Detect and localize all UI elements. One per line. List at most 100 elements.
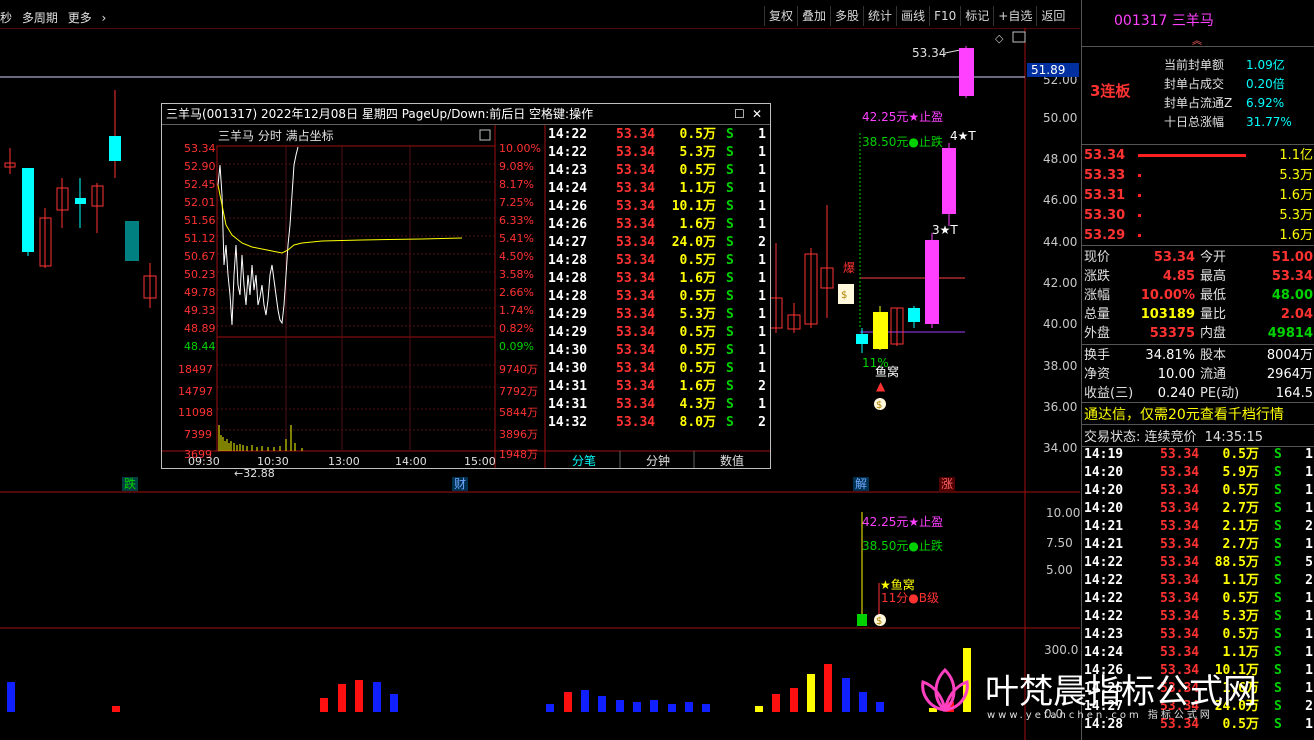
tab-values[interactable]: 数值: [720, 453, 744, 468]
tab-ticks[interactable]: 分笔: [572, 453, 596, 468]
promo-banner[interactable]: 通达信，仅需20元查看千档行情: [1084, 404, 1284, 424]
fundamental-key: 股本: [1200, 348, 1227, 363]
sub2-tick: 300.0: [1044, 643, 1078, 657]
burst-label: 爆: [843, 261, 855, 275]
tick-price: 53.34: [1160, 573, 1200, 588]
quote-value: 53.34: [1271, 269, 1313, 284]
tick-count: 1: [758, 325, 766, 340]
price-tick: 38.00: [1043, 359, 1077, 373]
tick-price: 53.34: [616, 415, 656, 430]
tick-count: 1: [758, 145, 766, 160]
tick-price: 53.34: [616, 235, 656, 250]
tick-side: S: [726, 235, 734, 250]
back-button[interactable]: 返回: [1036, 6, 1069, 26]
popup-titlebar[interactable]: 三羊马(001317) 2022年12月08日 星期四 PageUp/Down:…: [162, 104, 770, 125]
sub1-grade: 11分●B级: [881, 591, 939, 605]
quote-panel: 001317 三羊马 ︽ 3连板 当前封单额 1.09亿 封单占成交 0.20倍 封单占…: [1081, 0, 1314, 740]
quote-value: 4.85: [1162, 269, 1195, 284]
toolbar-item-more[interactable]: 更多 ›: [68, 11, 113, 25]
tick-volume: 1.6万: [679, 379, 716, 394]
toolbar-item-seconds[interactable]: 秒: [0, 11, 12, 25]
restore-rights-button[interactable]: 复权: [764, 6, 797, 26]
tick-time: 14:28: [548, 253, 588, 268]
tick-row: 14:22 53.34 0.5万 S 1: [546, 126, 768, 144]
amount-tick: 3896万: [499, 428, 538, 441]
tick-time: 14:26: [548, 217, 588, 232]
tick-time: 14:30: [548, 343, 588, 358]
tick-count: 1: [758, 127, 766, 142]
limit-board-label: 3连板: [1090, 82, 1131, 100]
event-marker-finance: 财: [454, 477, 466, 491]
tick-count: 1: [1305, 681, 1313, 696]
fundamental-value: 0.240: [1157, 386, 1195, 401]
seal-info-key: 十日总涨幅: [1164, 115, 1225, 129]
tick-time: 14:28: [548, 289, 588, 304]
tick-count: 1: [1305, 447, 1313, 462]
tick-price: 53.34: [1160, 465, 1200, 480]
sub1-tick: 5.00: [1046, 563, 1073, 577]
tick-count: 1: [1305, 645, 1313, 660]
tick-time: 14:22: [1084, 555, 1124, 570]
minute-pct-tick: 2.66%: [499, 286, 534, 299]
tick-volume: 0.5万: [1222, 627, 1259, 642]
tick-count: 1: [1305, 483, 1313, 498]
quote-value: 51.00: [1271, 250, 1313, 265]
tick-row: 14:28 53.34 1.6万 S 1: [546, 270, 768, 288]
tick-side: S: [726, 415, 734, 430]
take-profit-label: 42.25元★止盈: [862, 110, 943, 124]
bid-row: 53.31 1.6万: [1084, 186, 1313, 205]
minute-price-tick: 52.01: [184, 196, 216, 209]
tick-volume: 1.1万: [1222, 573, 1259, 588]
fundamental-value: 164.5: [1275, 386, 1313, 401]
lotus-logo-icon: [921, 667, 969, 712]
window-restore-icon[interactable]: [1012, 31, 1026, 43]
quote-key: 今开: [1200, 250, 1227, 265]
candles-left: [4, 90, 157, 308]
minute-pct-tick: 8.17%: [499, 178, 534, 191]
price-tick: 34.00: [1043, 441, 1077, 455]
trade-status: 交易状态: 连续竞价 14:35:15: [1084, 426, 1263, 445]
toolbar-item-multi-period[interactable]: 多周期: [22, 11, 58, 25]
tick-count: 1: [758, 307, 766, 322]
popup-title: 三羊马(001317) 2022年12月08日 星期四 PageUp/Down:…: [166, 107, 594, 121]
add-watchlist-button[interactable]: +自选: [993, 6, 1036, 26]
close-icon[interactable]: ✕: [752, 104, 762, 124]
chevron-up-icon[interactable]: ︽: [1192, 32, 1202, 47]
tick-volume: 24.0万: [671, 235, 716, 250]
toolbar-item-more-label: 更多: [67, 11, 92, 25]
draw-line-button[interactable]: 画线: [896, 6, 929, 26]
minute-price-tick: 49.78: [184, 286, 216, 299]
fundamental-key: 收益(三): [1084, 386, 1134, 401]
tick-price: 53.34: [616, 181, 656, 196]
bid-volume: 5.3万: [1279, 208, 1313, 223]
bid-price: 53.33: [1084, 168, 1126, 183]
tick-volume: 1.6万: [679, 271, 716, 286]
bid-bar: [1138, 214, 1141, 217]
minute-chart-popup[interactable]: 三羊马(001317) 2022年12月08日 星期四 PageUp/Down:…: [161, 103, 771, 469]
tick-volume: 1.6万: [679, 217, 716, 232]
fundamental-key: 净资: [1084, 367, 1111, 382]
right-tick-row: 14:22 53.34 1.1万 S 2: [1084, 572, 1313, 590]
tick-count: 1: [1305, 465, 1313, 480]
f10-button[interactable]: F10: [929, 6, 960, 26]
maximize-icon[interactable]: ☐: [734, 104, 745, 124]
statistics-button[interactable]: 统计: [863, 6, 896, 26]
minute-pct-tick: 9.08%: [499, 160, 534, 173]
tick-count: 5: [1305, 555, 1313, 570]
tab-minutes[interactable]: 分钟: [646, 453, 670, 468]
quote-row: 涨幅 10.00% 最低 48.00: [1084, 286, 1313, 305]
bid-row: 53.34 1.1亿: [1084, 146, 1313, 165]
tick-side: S: [726, 199, 734, 214]
price-tick: 48.00: [1043, 152, 1077, 166]
quote-key: 最高: [1200, 269, 1227, 284]
multi-stock-button[interactable]: 多股: [830, 6, 863, 26]
quote-value: 2.04: [1280, 307, 1313, 322]
sub-chart1-axis: 10.00 7.50 5.00: [1046, 506, 1080, 577]
mark-button[interactable]: 标记: [960, 6, 993, 26]
tick-volume: 88.5万: [1214, 555, 1259, 570]
overlay-button[interactable]: 叠加: [797, 6, 830, 26]
quote-row: 总量 103189 量比 2.04: [1084, 305, 1313, 324]
minute-pct-tick: 0.09%: [499, 340, 534, 353]
tick-count: 1: [758, 343, 766, 358]
tick-volume: 5.3万: [1222, 609, 1259, 624]
